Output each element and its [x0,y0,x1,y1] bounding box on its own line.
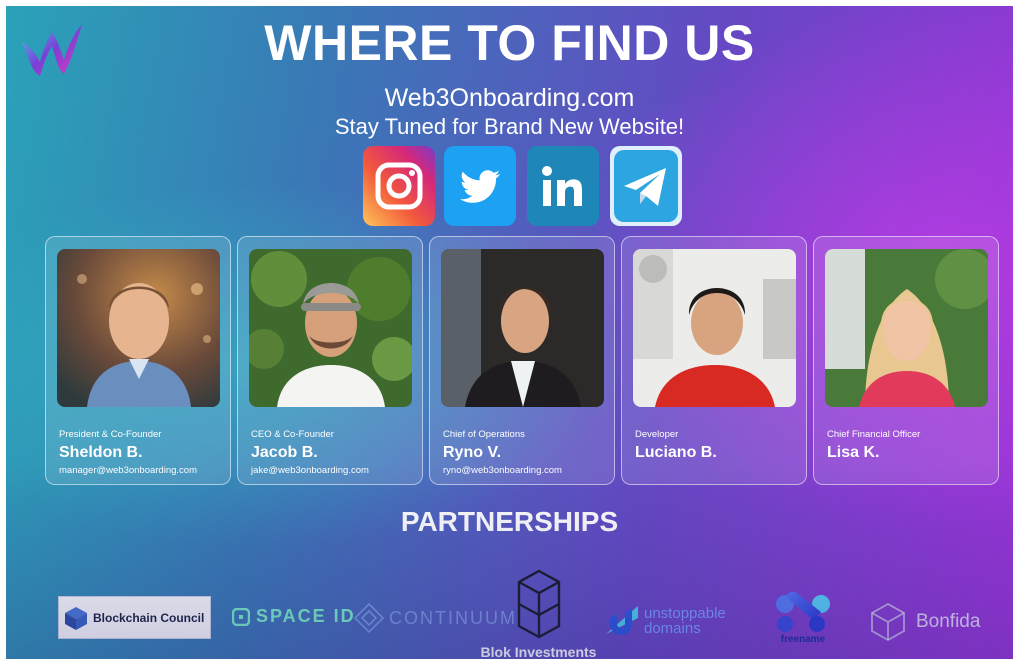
space-id-icon [232,607,250,626]
team-card-luciano: Developer Luciano B. [621,236,807,485]
linkedin-icon [527,146,599,226]
member-name: Lisa K. [827,444,880,461]
tagline: Stay Tuned for Brand New Website! [334,114,685,139]
team-card-lisa: Chief Financial Officer Lisa K. [813,236,999,485]
continuum-icon [353,602,385,634]
member-name: Jacob B. [251,444,318,461]
partner-name: Blockchain Council [93,610,205,625]
website-link[interactable]: Web3Onboarding.com [6,84,1013,113]
partnerships-title: PARTNERSHIPS [400,506,619,537]
member-role: Chief of Operations [443,429,525,440]
partner-name-line1: unstoppable [644,605,726,622]
partner-name: SPACE ID [256,606,356,626]
member-email[interactable]: manager@web3onboarding.com [59,465,197,476]
team-card-sheldon: President & Co-Founder Sheldon B. manage… [45,236,231,485]
partner-freename[interactable]: freename [772,592,834,645]
member-email[interactable]: ryno@web3onboarding.com [443,465,562,476]
linkedin-button[interactable] [527,146,599,226]
instagram-icon [363,146,435,226]
partner-space-id[interactable]: SPACE ID [232,606,356,627]
partner-name: Blok Investments [480,644,597,659]
member-role: Chief Financial Officer [827,429,921,440]
telegram-icon [610,146,682,226]
member-name: Luciano B. [635,444,717,461]
telegram-button[interactable] [610,146,682,226]
member-email[interactable]: jake@web3onboarding.com [251,465,369,476]
twitter-icon [444,146,516,226]
portrait-photo [57,249,220,407]
partner-unstoppable-domains[interactable]: unstoppable domains [604,604,726,638]
partner-blok-investments[interactable]: Blok Investments [476,568,601,659]
page-title: WHERE TO FIND US [264,15,755,71]
portrait-photo [441,249,604,407]
team-card-jacob: CEO & Co-Founder Jacob B. jake@web3onboa… [237,236,423,485]
instagram-button[interactable] [363,146,435,226]
partner-name: Bonfida [916,611,981,632]
partner-blockchain-council[interactable]: Blockchain Council [58,596,211,639]
portrait-photo [825,249,988,407]
member-role: CEO & Co-Founder [251,429,334,440]
freename-icon [776,592,830,632]
partner-name: freename [780,634,826,645]
member-role: President & Co-Founder [59,429,162,440]
partner-name-line2: domains [644,620,701,637]
member-role: Developer [635,429,679,440]
team-card-ryno: Chief of Operations Ryno V. ryno@web3onb… [429,236,615,485]
member-name: Sheldon B. [59,444,143,461]
portrait-photo [249,249,412,407]
member-name: Ryno V. [443,444,502,461]
unstoppable-domains-icon [606,606,638,635]
blockchain-council-cube-icon [65,606,87,630]
blok-cube-icon [517,569,560,639]
bonfida-icon [871,602,905,642]
slide: WHERE TO FIND US Web3Onboarding.com Stay… [6,6,1013,659]
partner-bonfida[interactable]: Bonfida [870,602,980,642]
portrait-photo [633,249,796,407]
twitter-button[interactable] [444,146,516,226]
